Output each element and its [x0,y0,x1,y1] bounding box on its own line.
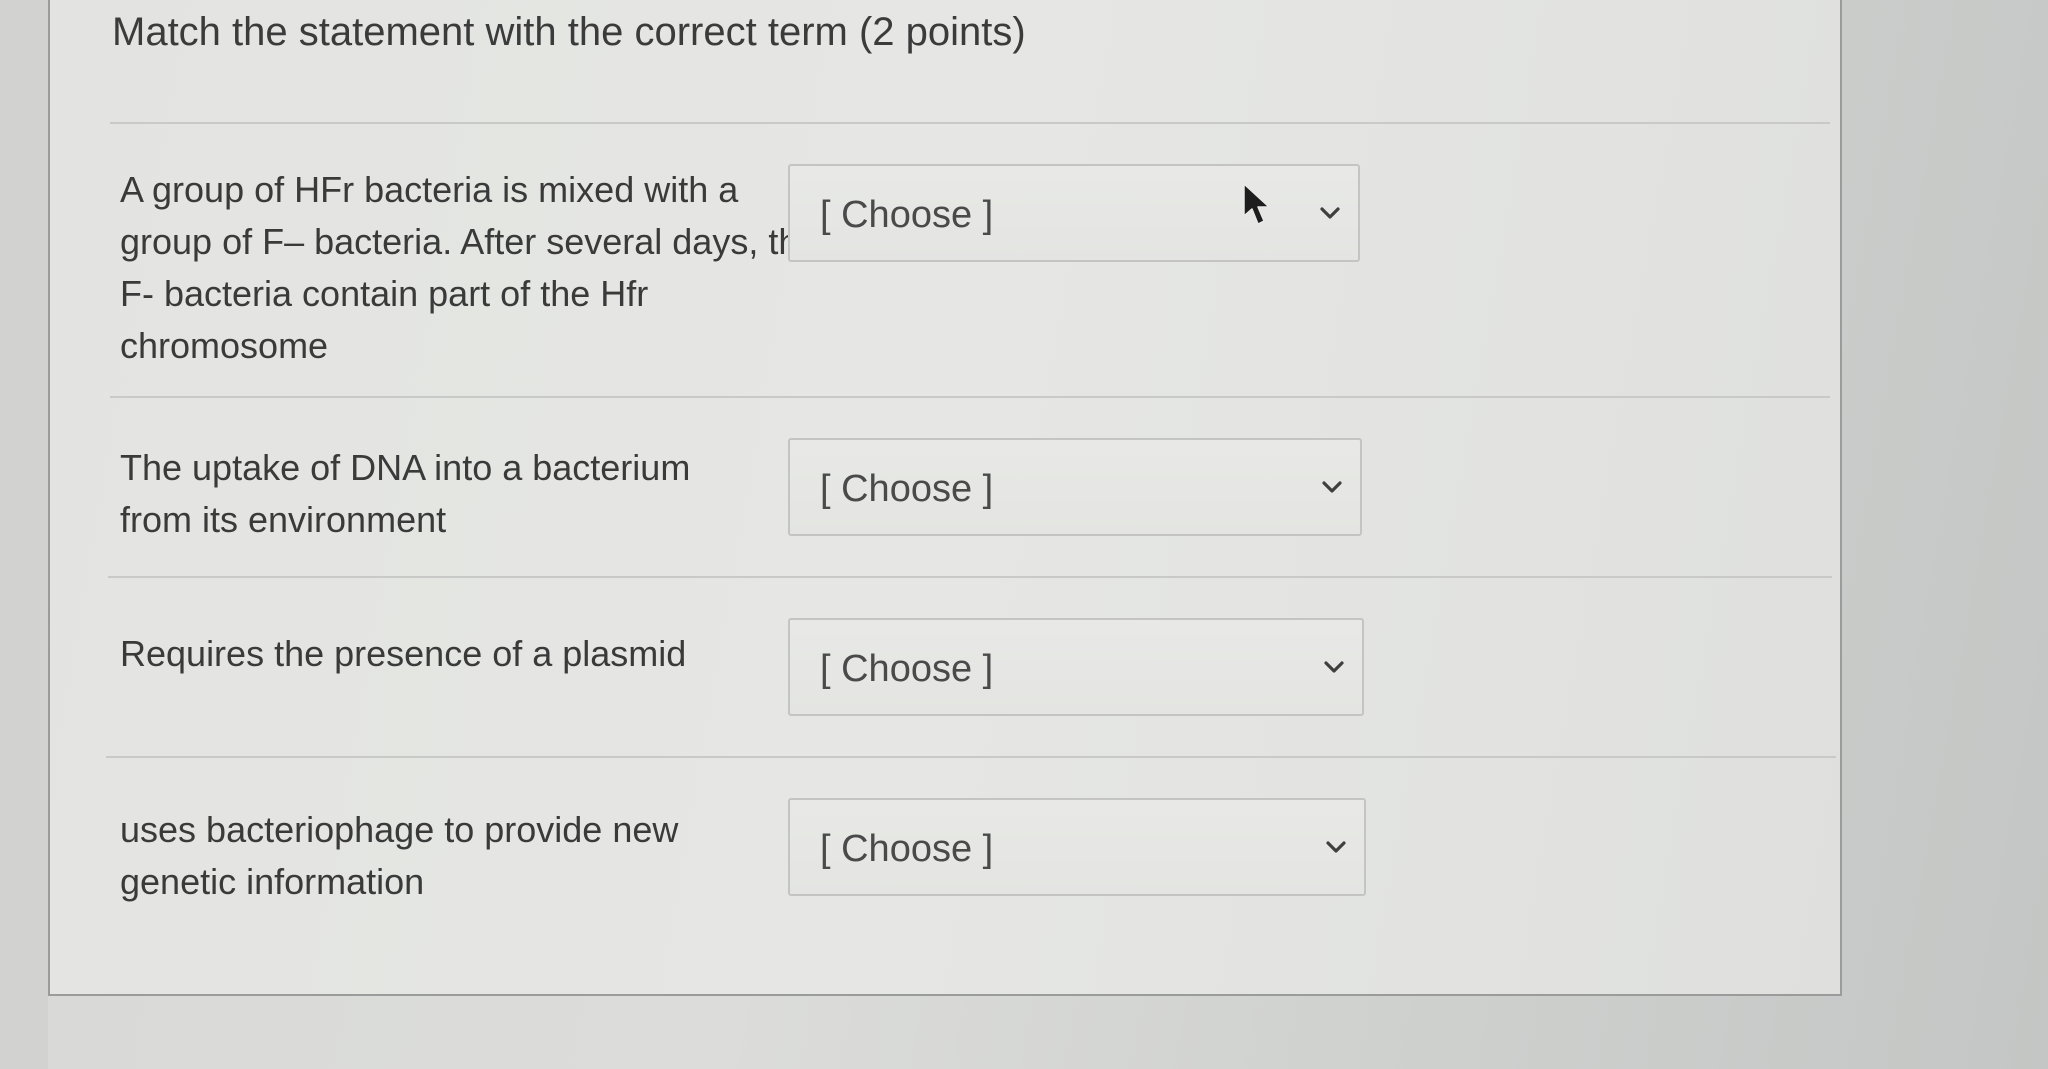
answer-select-value: [ Choose ] [820,828,994,870]
statement-1: A group of HFr bacteria is mixed with a … [120,169,819,366]
divider [108,576,1832,578]
answer-select-value: [ Choose ] [820,194,994,236]
chevron-down-icon [1326,841,1346,853]
chevron-down-icon [1322,481,1342,493]
answer-select-3[interactable]: [ Choose ] [788,618,1364,716]
chevron-down-icon [1320,207,1340,219]
divider [110,396,1830,398]
divider [106,756,1836,758]
answer-select-4[interactable]: [ Choose ] [788,798,1366,896]
chevron-down-icon [1324,661,1344,673]
divider [110,122,1830,124]
mouse-pointer-icon [1243,183,1270,225]
statement-2: The uptake of DNA into a bacterium from … [120,447,691,540]
statement-3: Requires the presence of a plasmid [120,633,687,674]
question-title: Match the statement with the correct ter… [112,10,1026,54]
answer-select-2[interactable]: [ Choose ] [788,438,1362,536]
answer-select-value: [ Choose ] [820,648,994,690]
answer-select-value: [ Choose ] [820,468,994,510]
statement-4: uses bacteriophage to provide new geneti… [120,809,679,902]
question-card: Match the statement with the correct ter… [48,0,1842,996]
page-background [0,0,48,1069]
answer-select-1[interactable]: [ Choose ] [788,164,1360,262]
